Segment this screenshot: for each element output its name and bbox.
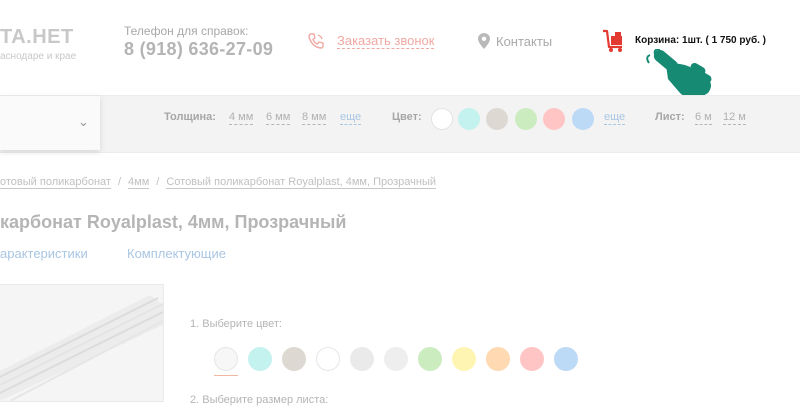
breadcrumb-separator: / [117,176,122,188]
breadcrumb-separator: / [156,176,160,188]
color-more-link[interactable]: еще [604,111,626,125]
tab-characteristics[interactable]: арактеристики [0,246,88,261]
phone-label: Телефон для справок: [124,24,249,38]
logo-tagline: аснодаре и крае [0,51,77,62]
thickness-more-link[interactable]: еще [340,111,362,125]
breadcrumb-link[interactable]: 4мм [128,176,150,189]
polycarbonate-sheet-image [0,285,163,401]
product-color-swatch[interactable] [248,347,272,371]
cart-label[interactable]: Корзина: 1шт. ( 1 750 руб. ) [635,35,766,46]
thickness-label: Толщина: [164,111,216,123]
product-color-swatch[interactable] [418,347,442,371]
breadcrumb-link[interactable]: Сотовый поликарбонат Royalplast, 4мм, Пр… [166,176,437,189]
location-pin-icon [478,33,490,49]
site-logo[interactable]: TA.HET [0,26,74,49]
filter-color-swatch[interactable] [486,108,508,130]
product-color-swatch[interactable] [520,347,544,371]
breadcrumb-link[interactable]: отовый поликарбонат [0,176,111,189]
filter-color-swatch[interactable] [431,108,453,130]
phone-icon [308,33,324,49]
step-choose-color: 1. Выберите цвет: [190,318,282,330]
product-color-swatch[interactable] [486,347,510,371]
sheet-option[interactable]: 12 м [723,111,746,125]
color-label: Цвет: [392,111,422,123]
product-color-swatch[interactable] [350,347,374,371]
product-image[interactable] [0,284,164,402]
site-header: TA.HET аснодаре и крае Телефон для справ… [0,0,800,100]
callback-label[interactable]: Заказать звонок [337,33,435,49]
filter-color-swatch[interactable] [515,108,537,130]
thickness-option[interactable]: 4 мм [229,111,254,125]
product-color-swatch[interactable] [384,347,408,371]
filter-color-swatch[interactable] [572,108,594,130]
hand-pointer-icon [646,49,712,100]
page-title: карбонат Royalplast, 4мм, Прозрачный [0,212,347,232]
product-color-swatch[interactable] [554,347,578,371]
thickness-option[interactable]: 8 мм [302,111,327,125]
phone-number[interactable]: 8 (918) 636-27-09 [124,39,273,60]
product-color-swatch[interactable] [282,347,306,371]
chevron-down-icon: ⌄ [78,114,89,129]
selected-color-indicator [214,375,238,376]
cart-icon [603,29,622,52]
contacts-label[interactable]: Контакты [496,34,552,49]
filter-color-swatch[interactable] [543,108,565,130]
thickness-option[interactable]: 6 мм [266,111,291,125]
product-color-swatch[interactable] [214,347,238,371]
catalog-dropdown[interactable]: ⌄ [0,96,100,150]
filter-color-swatch[interactable] [458,108,480,130]
tab-accessories[interactable]: Комплектующие [127,246,226,261]
sheet-option[interactable]: 6 м [695,111,712,125]
step-choose-size: 2. Выберите размер листа: [190,394,329,406]
product-color-swatch[interactable] [452,347,476,371]
cart-widget[interactable]: Корзина: 1шт. ( 1 750 руб. ) [601,28,766,59]
sheet-label: Лист: [655,111,685,123]
breadcrumb: отовый поликарбонат / 4мм / Сотовый поликарб… [0,176,437,189]
filter-bar: ⌄ Толщина: 4 мм 6 мм 8 мм еще Цвет: еще … [0,95,800,153]
product-color-swatch[interactable] [316,347,340,371]
